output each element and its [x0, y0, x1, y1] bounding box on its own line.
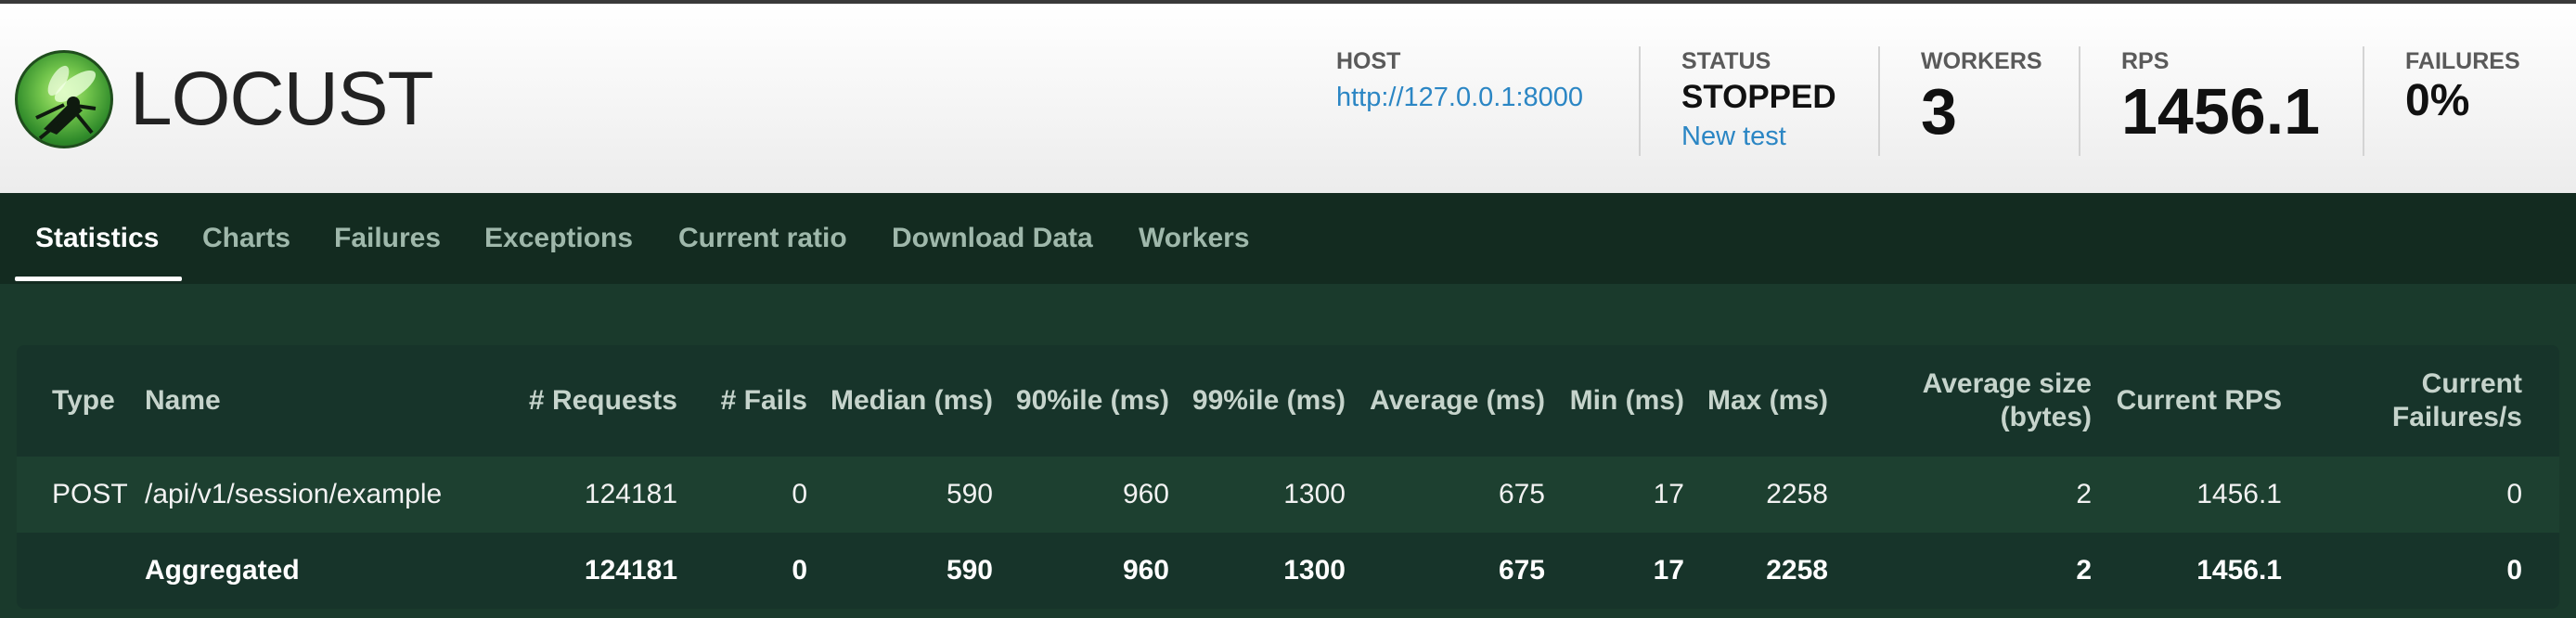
brand-name: LOCUST	[130, 57, 434, 141]
statistics-table: Type Name # Requests # Fails Median (ms)…	[17, 345, 2559, 609]
cell-requests: 124181	[584, 555, 677, 586]
cell-avg-size: 2	[2076, 555, 2092, 586]
cell-current-rps: 1456.1	[2196, 555, 2282, 586]
cell-avg-size: 2	[1837, 457, 2101, 533]
col-header[interactable]: # Fails	[687, 345, 817, 457]
status-stat: STATUS STOPPED New test	[1681, 48, 1836, 152]
cell-current-rps: 1456.1	[2101, 457, 2291, 533]
rps-label: RPS	[2121, 48, 2170, 74]
col-header[interactable]: # Requests	[477, 345, 687, 457]
col-header[interactable]: Median (ms)	[817, 345, 1002, 457]
top-header: LOCUST HOST http://127.0.0.1:8000 STATUS…	[0, 0, 2576, 193]
cell-p90: 960	[1122, 555, 1169, 586]
cell-current-failures: 0	[2506, 555, 2522, 586]
cell-median: 590	[946, 555, 993, 586]
cell-fails: 0	[792, 555, 807, 586]
failures-label: FAILURES	[2405, 48, 2520, 74]
cell-p90: 960	[1002, 457, 1179, 533]
tab-bar: Statistics Charts Failures Exceptions Cu…	[0, 193, 2576, 284]
host-link[interactable]: http://127.0.0.1:8000	[1336, 83, 1583, 113]
cell-average: 675	[1355, 457, 1554, 533]
active-tab-indicator	[15, 277, 182, 281]
tab-statistics[interactable]: Statistics	[35, 193, 159, 284]
workers-value: 3	[1921, 75, 1957, 148]
cell-average: 675	[1498, 555, 1545, 586]
locust-logo-icon	[15, 50, 113, 148]
cell-max: 2258	[1766, 555, 1828, 586]
rps-value: 1456.1	[2121, 75, 2321, 148]
cell-current-failures: 0	[2291, 457, 2559, 533]
col-header[interactable]: Max (ms)	[1694, 345, 1837, 457]
tab-workers[interactable]: Workers	[1139, 193, 1250, 284]
col-header[interactable]: Type	[17, 345, 135, 457]
col-header[interactable]: Current RPS	[2101, 345, 2291, 457]
cell-min: 17	[1554, 457, 1694, 533]
cell-fails: 0	[687, 457, 817, 533]
cell-type	[17, 533, 135, 609]
tab-download-data[interactable]: Download Data	[892, 193, 1093, 284]
host-label: HOST	[1336, 48, 1401, 74]
status-label: STATUS	[1681, 48, 1771, 74]
table-row-aggregated: Aggregated 124181 0 590 960 1300 675 17 …	[17, 533, 2559, 609]
header-divider	[1878, 46, 1880, 156]
cell-min: 17	[1653, 555, 1684, 586]
cell-max: 2258	[1694, 457, 1837, 533]
status-value: STOPPED	[1681, 79, 1836, 115]
rps-stat: RPS 1456.1	[2121, 48, 2320, 144]
table-header-row: Type Name # Requests # Fails Median (ms)…	[17, 345, 2559, 457]
cell-name: Aggregated	[145, 555, 300, 586]
cell-p99: 1300	[1283, 555, 1346, 586]
col-header[interactable]: Average (ms)	[1355, 345, 1554, 457]
cell-median: 590	[817, 457, 1002, 533]
failures-value: 0%	[2405, 76, 2470, 125]
workers-stat: WORKERS 3	[1921, 48, 2042, 144]
tab-exceptions[interactable]: Exceptions	[484, 193, 633, 284]
col-header[interactable]: 90%ile (ms)	[1002, 345, 1179, 457]
host-stat: HOST http://127.0.0.1:8000	[1336, 48, 1583, 113]
new-test-link[interactable]: New test	[1681, 122, 1836, 152]
cell-requests: 124181	[477, 457, 687, 533]
col-header[interactable]: Average size (bytes)	[1837, 345, 2101, 457]
header-divider	[2363, 46, 2364, 156]
cell-name: /api/v1/session/example	[135, 457, 477, 533]
tab-charts[interactable]: Charts	[202, 193, 290, 284]
tab-failures[interactable]: Failures	[334, 193, 441, 284]
header-divider	[2079, 46, 2080, 156]
tab-current-ratio[interactable]: Current ratio	[678, 193, 847, 284]
failures-stat: FAILURES 0%	[2405, 48, 2520, 123]
workers-label: WORKERS	[1921, 48, 2042, 74]
col-header[interactable]: 99%ile (ms)	[1179, 345, 1355, 457]
col-header[interactable]: Name	[135, 345, 477, 457]
col-header[interactable]: Min (ms)	[1554, 345, 1694, 457]
cell-p99: 1300	[1179, 457, 1355, 533]
cell-type: POST	[17, 457, 135, 533]
table-row: POST /api/v1/session/example 124181 0 59…	[17, 457, 2559, 533]
brand-logo[interactable]: LOCUST	[15, 48, 434, 150]
col-header[interactable]: Current Failures/s	[2291, 345, 2559, 457]
header-divider	[1639, 46, 1641, 156]
